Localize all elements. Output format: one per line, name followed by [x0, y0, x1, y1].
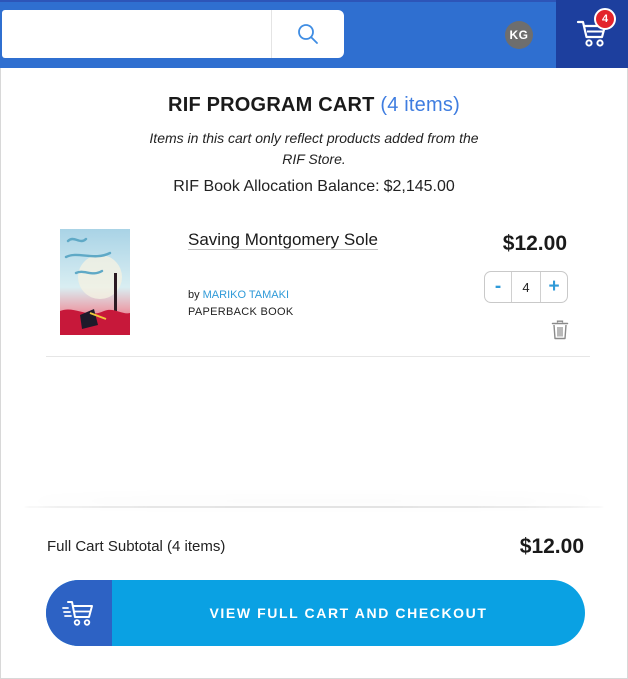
page-title: RIF PROGRAM CART (4 items) [0, 94, 628, 117]
item-byline: by MARIKO TAMAKI [188, 289, 289, 301]
trash-icon [551, 320, 569, 340]
view-cart-checkout-button[interactable]: VIEW FULL CART AND CHECKOUT [46, 580, 585, 646]
checkout-button-label: VIEW FULL CART AND CHECKOUT [209, 605, 488, 621]
quantity-decrease-button[interactable]: - [485, 272, 511, 302]
book-cover-image[interactable] [60, 229, 130, 335]
item-format: PAPERBACK BOOK [188, 306, 294, 318]
avatar[interactable]: KG [505, 21, 533, 49]
subtotal-label: Full Cart Subtotal (4 items) [47, 538, 226, 555]
allocation-balance: RIF Book Allocation Balance: $2,145.00 [0, 178, 628, 196]
item-price: $12.00 [502, 232, 567, 255]
item-title-link[interactable]: Saving Montgomery Sole [188, 230, 378, 250]
cart-item-count: (4 items) [380, 94, 460, 116]
search-icon [298, 24, 318, 44]
item-author-link[interactable]: MARIKO TAMAKI [203, 289, 289, 301]
item-divider [46, 356, 590, 357]
cart-button[interactable] [556, 0, 628, 68]
fast-cart-icon [62, 601, 93, 626]
search-input[interactable] [2, 10, 272, 58]
footer-divider [24, 506, 604, 508]
remove-item-button[interactable] [551, 320, 569, 345]
cart-title-text: RIF PROGRAM CART [168, 94, 375, 116]
quantity-stepper: - 4 + [484, 271, 568, 303]
balance-value: $2,145.00 [383, 178, 455, 195]
quantity-increase-button[interactable]: + [541, 272, 567, 302]
cart-note: Items in this cart only reflect products… [149, 130, 479, 167]
balance-label: RIF Book Allocation Balance: [173, 178, 380, 195]
checkout-icon-box [46, 580, 112, 646]
cart-count-badge: 4 [594, 8, 616, 30]
search-button[interactable] [271, 10, 344, 58]
item-by-label: by [188, 289, 200, 301]
header-edge [0, 0, 628, 2]
subtotal-value: $12.00 [519, 535, 584, 558]
quantity-value[interactable]: 4 [511, 272, 541, 302]
